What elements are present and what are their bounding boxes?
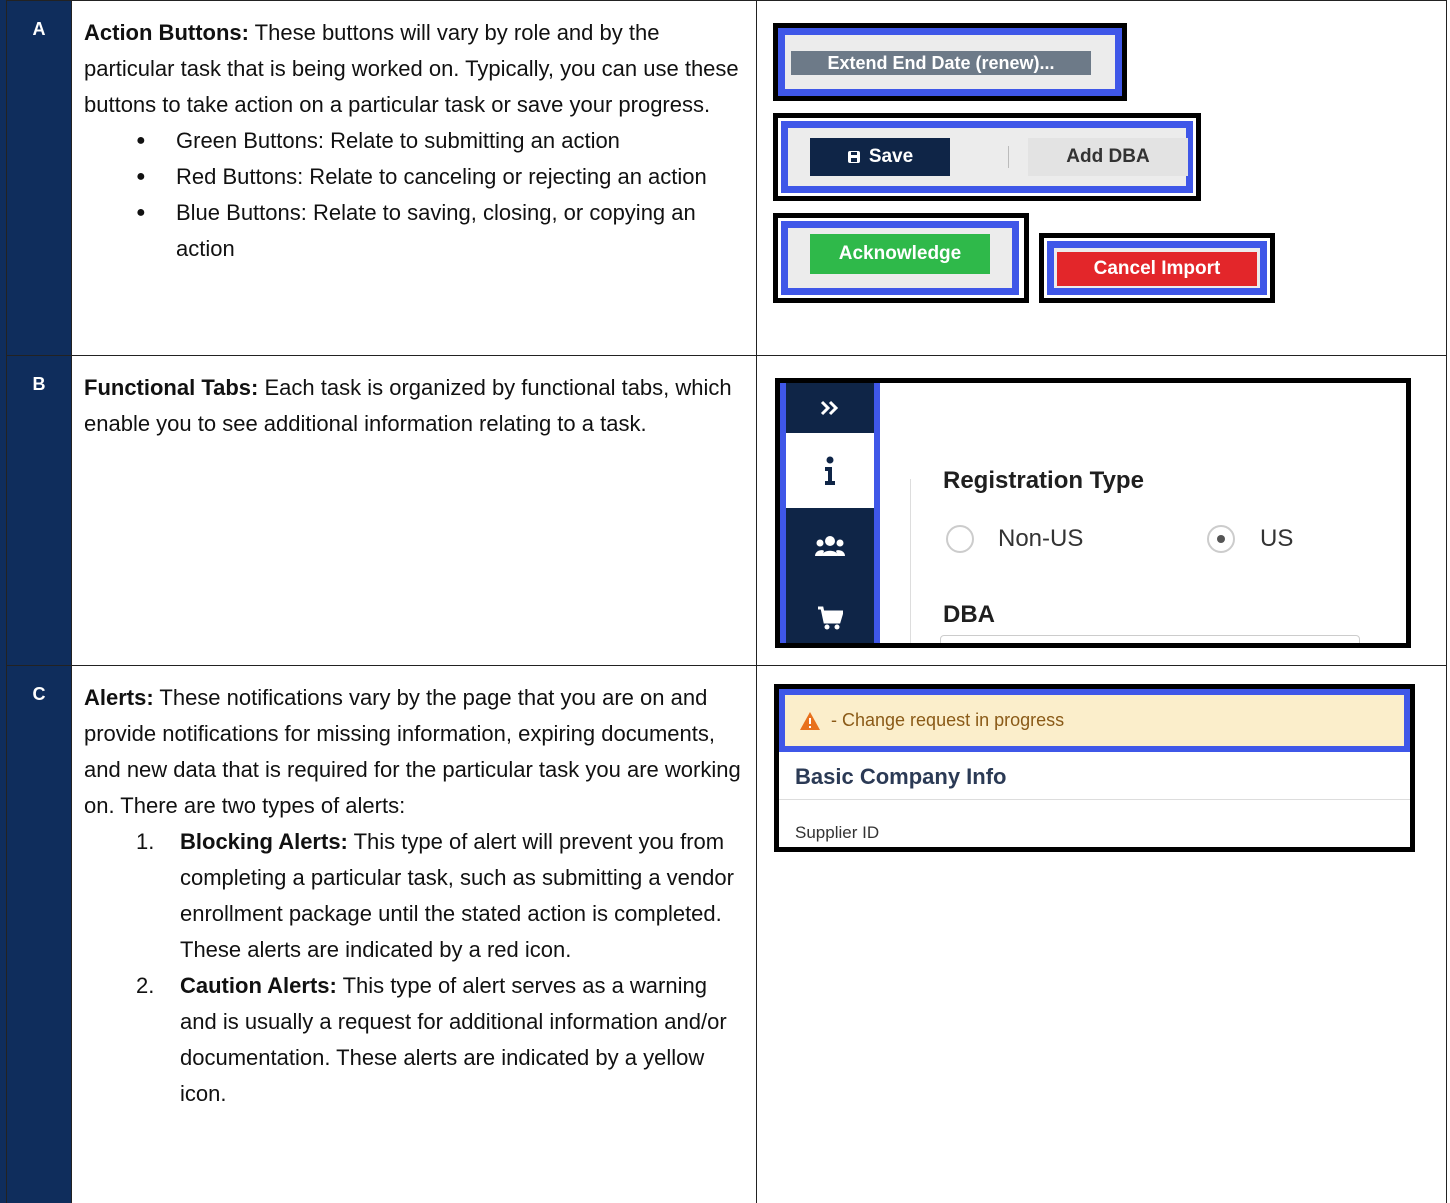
section-divider xyxy=(779,799,1410,800)
row-paragraph: Action Buttons: These buttons will vary … xyxy=(84,15,744,123)
add-dba-button[interactable]: Add DBA xyxy=(1028,138,1188,176)
row-letter: C xyxy=(6,665,72,1203)
bullet-item: Green Buttons: Relate to submitting an a… xyxy=(136,123,744,159)
dba-input[interactable] xyxy=(940,635,1360,643)
alert-text: - Change request in progress xyxy=(831,710,1065,730)
row-paragraph: Functional Tabs: Each task is organized … xyxy=(84,370,744,442)
acknowledge-highlight: Acknowledge xyxy=(781,221,1019,295)
numbered-list: 1. Blocking Alerts: This type of alert wi… xyxy=(136,824,744,1112)
save-icon xyxy=(847,151,860,163)
row-letter: A xyxy=(6,0,72,356)
cancel-import-highlight: Cancel Import xyxy=(1047,241,1267,295)
row-paragraph: Alerts: These notifications vary by the … xyxy=(84,680,744,824)
row-title: Functional Tabs: xyxy=(84,375,259,400)
row-alerts: C Alerts: These notifications vary by th… xyxy=(6,665,1447,1203)
radio-us[interactable] xyxy=(1207,525,1235,553)
row-description: Action Buttons: These buttons will vary … xyxy=(71,0,757,356)
row-title: Action Buttons: xyxy=(84,20,249,45)
acknowledge-button[interactable]: Acknowledge xyxy=(810,234,990,274)
cart-icon xyxy=(818,606,843,630)
extend-highlight: Extend End Date (renew)... xyxy=(778,28,1122,96)
item-number: 2. xyxy=(136,973,155,998)
radio-non-us[interactable] xyxy=(946,525,974,553)
row-functional-tabs: B Functional Tabs: Each task is organize… xyxy=(6,355,1447,666)
alert-banner: - Change request in progress xyxy=(779,689,1410,752)
supplier-id-input[interactable] xyxy=(795,849,1175,852)
row-description: Functional Tabs: Each task is organized … xyxy=(71,355,757,666)
supplier-id-label: Supplier ID xyxy=(795,823,880,842)
radio-non-us-label: Non-US xyxy=(998,525,1084,552)
section-title: Basic Company Info xyxy=(795,764,1007,789)
acknowledge-frame: Acknowledge xyxy=(773,213,1029,303)
row-letter: B xyxy=(6,355,72,666)
cancel-import-button[interactable]: Cancel Import xyxy=(1057,252,1257,286)
item-number: 1. xyxy=(136,829,155,854)
radio-us-label: US xyxy=(1260,525,1294,552)
double-chevron-right-icon xyxy=(820,400,839,416)
tabs-screenshot: Registration Type Non-US US DBA xyxy=(775,378,1411,648)
demo-alerts: - Change request in progress Basic Compa… xyxy=(756,665,1447,1203)
registration-type-label: Registration Type xyxy=(943,467,1144,494)
users-icon xyxy=(815,535,845,556)
row-body: These notifications vary by the page tha… xyxy=(84,685,741,818)
save-button[interactable]: Save xyxy=(810,138,950,176)
tab-info[interactable] xyxy=(786,433,874,508)
info-icon xyxy=(825,456,835,485)
save-dba-frame: Save Add DBA xyxy=(773,113,1201,201)
tab-contacts[interactable] xyxy=(786,508,874,583)
row-title: Alerts: xyxy=(84,685,154,710)
row-action-buttons: A Action Buttons: These buttons will var… xyxy=(6,0,1447,356)
item-title: Blocking Alerts: xyxy=(180,829,348,854)
bullet-list: Green Buttons: Relate to submitting an a… xyxy=(136,123,744,267)
tabs-rail xyxy=(780,383,880,643)
cancel-import-frame: Cancel Import xyxy=(1039,233,1275,303)
save-label: Save xyxy=(868,146,914,167)
numbered-item: 1. Blocking Alerts: This type of alert wi… xyxy=(136,824,744,968)
tab-cart[interactable] xyxy=(786,583,874,643)
guide-table: A Action Buttons: These buttons will var… xyxy=(6,0,1447,1203)
bullet-item: Blue Buttons: Relate to saving, closing,… xyxy=(136,195,744,267)
warning-icon xyxy=(800,711,820,730)
extend-end-date-button[interactable]: Extend End Date (renew)... xyxy=(791,51,1091,75)
save-dba-highlight: Save Add DBA xyxy=(781,121,1193,193)
button-separator xyxy=(1008,146,1009,168)
numbered-item: 2. Caution Alerts: This type of alert ser… xyxy=(136,968,744,1112)
bullet-item: Red Buttons: Relate to canceling or reje… xyxy=(136,159,744,195)
expand-tab[interactable] xyxy=(786,383,874,433)
item-title: Caution Alerts: xyxy=(180,973,337,998)
alert-screenshot: - Change request in progress Basic Compa… xyxy=(774,684,1415,852)
demo-functional-tabs: Registration Type Non-US US DBA xyxy=(756,355,1447,666)
demo-action-buttons: Extend End Date (renew)... Save Add DBA … xyxy=(756,0,1447,356)
row-description: Alerts: These notifications vary by the … xyxy=(71,665,757,1203)
extend-frame: Extend End Date (renew)... xyxy=(773,23,1127,101)
dba-label: DBA xyxy=(943,601,995,628)
content-panel-border xyxy=(910,479,922,643)
